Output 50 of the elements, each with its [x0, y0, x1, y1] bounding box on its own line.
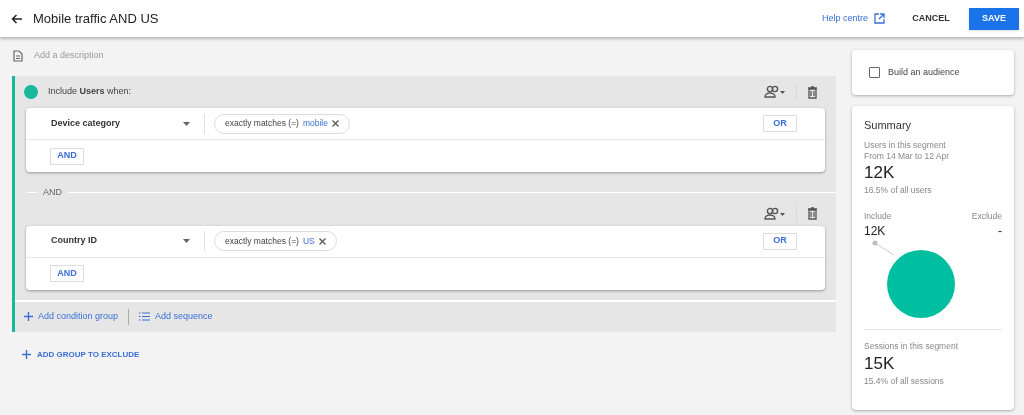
- dimension-dropdown[interactable]: Device category: [51, 113, 196, 134]
- leader-line: [872, 240, 895, 256]
- caret-icon: [183, 239, 190, 243]
- audience-label: Build an audience: [888, 65, 960, 79]
- or-button[interactable]: OR: [763, 115, 797, 132]
- add-group-to-exclude-link[interactable]: ADD GROUP TO EXCLUDE: [22, 348, 140, 361]
- users-count: 12K: [864, 161, 896, 184]
- and-button[interactable]: AND: [50, 147, 84, 165]
- people-icon[interactable]: [764, 206, 786, 221]
- external-link-icon: [874, 13, 885, 24]
- exclude-count: -: [998, 223, 1002, 239]
- plus-icon: [24, 312, 33, 321]
- and-button[interactable]: AND: [50, 265, 84, 282]
- operator-text: exactly matches (=): [225, 234, 299, 248]
- remove-icon[interactable]: [332, 120, 339, 127]
- include-count: 12K: [864, 223, 886, 239]
- remove-icon[interactable]: [318, 237, 326, 245]
- exclude-label: Exclude: [971, 210, 1002, 223]
- users-label: Users in this segment: [864, 139, 947, 151]
- delete-icon[interactable]: [807, 85, 818, 99]
- value-text: mobile: [302, 117, 328, 130]
- plus-icon: [22, 350, 31, 359]
- dimension-dropdown[interactable]: Country ID: [51, 231, 196, 251]
- value-text: US: [302, 234, 315, 248]
- add-condition-group-link[interactable]: Add condition group: [24, 309, 119, 324]
- users-share: 16.5% of all users: [864, 183, 933, 197]
- sessions-label: Sessions in this segment: [864, 340, 960, 353]
- segment-title: Mobile traffic AND US: [33, 9, 159, 28]
- sessions-count: 15K: [864, 352, 896, 375]
- list-icon: [139, 312, 151, 321]
- caret-icon: [183, 121, 190, 126]
- and-separator: AND: [42, 186, 63, 199]
- save-button[interactable]: SAVE: [969, 7, 1019, 30]
- people-icon[interactable]: [764, 85, 786, 99]
- help-centre-link[interactable]: Help centre: [821, 11, 885, 26]
- back-arrow-icon[interactable]: [11, 13, 22, 24]
- pie-chart: [887, 250, 955, 318]
- sessions-share: 15.4% of all sessions: [864, 374, 945, 388]
- include-label: Include: [864, 210, 892, 223]
- or-button[interactable]: OR: [763, 232, 797, 250]
- add-sequence-link[interactable]: Add sequence: [139, 309, 213, 324]
- cancel-button[interactable]: CANCEL: [901, 7, 961, 30]
- summary-title: Summary: [864, 118, 913, 133]
- date-range: From 14 Mar to 12 Apr: [864, 150, 951, 162]
- delete-icon[interactable]: [807, 207, 818, 220]
- document-icon: [13, 50, 23, 62]
- audience-checkbox[interactable]: [869, 67, 880, 78]
- include-heading: Include Users when:: [48, 85, 132, 99]
- description-field[interactable]: Add a description: [34, 49, 334, 63]
- operator-text: exactly matches (=): [225, 117, 299, 130]
